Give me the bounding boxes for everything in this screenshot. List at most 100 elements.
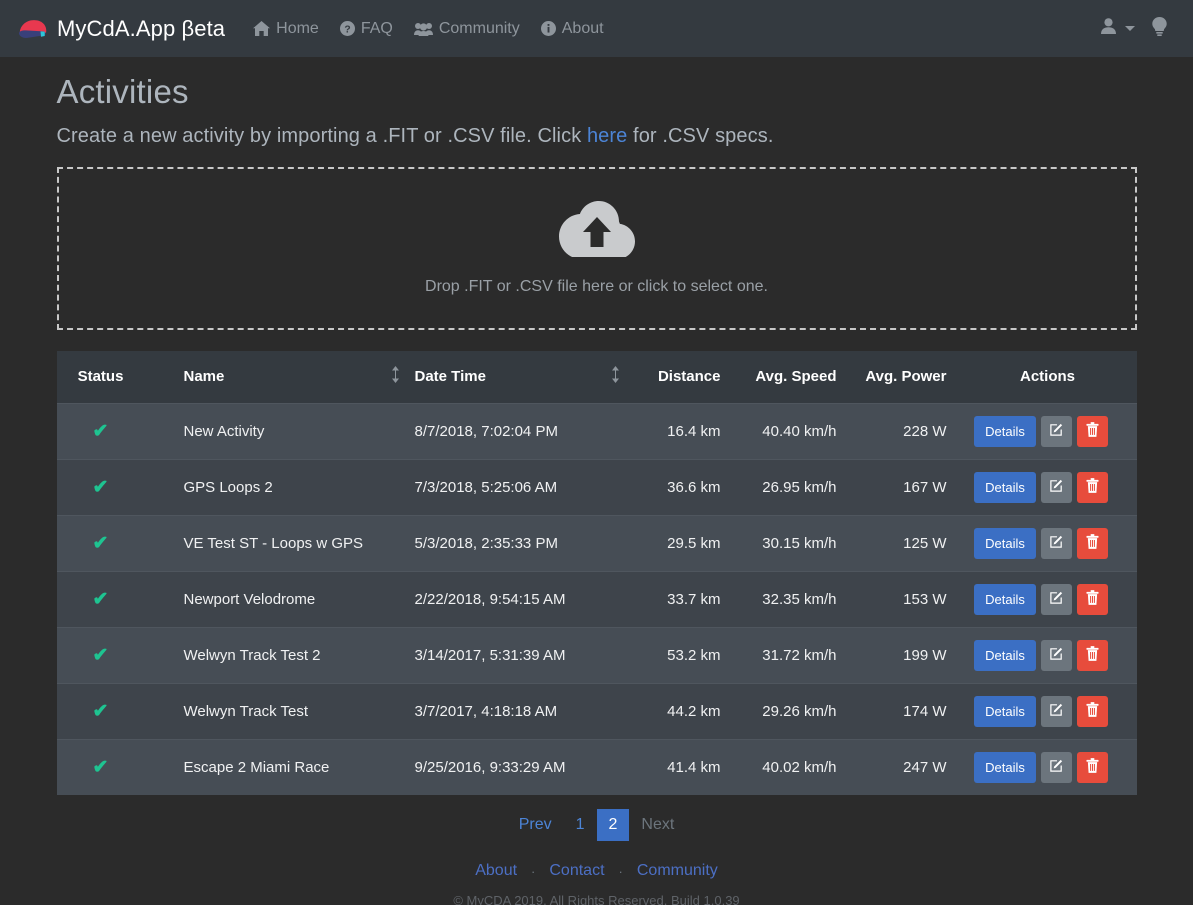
trash-icon — [1086, 702, 1099, 720]
edit-button[interactable] — [1040, 751, 1072, 783]
nav-link-home-label: Home — [276, 19, 319, 37]
sort-date-button[interactable] — [604, 351, 627, 403]
row-action-buttons: Details — [974, 751, 1108, 783]
cell-date-sort-spacer — [604, 738, 627, 795]
cell-status: ✔ — [56, 738, 145, 795]
nav-links: Home ? FAQ Community About — [253, 19, 604, 38]
pagination-prev[interactable]: Prev — [507, 809, 564, 841]
nav-link-about[interactable]: About — [540, 20, 604, 38]
brand-title: MyCdA.App βeta — [57, 15, 226, 41]
delete-button[interactable] — [1076, 415, 1108, 447]
cell-date-time: 9/25/2016, 9:33:29 AM — [406, 738, 605, 795]
cell-avg-speed: 26.95 km/h — [732, 458, 849, 515]
info-circle-icon — [540, 21, 556, 36]
table-header-row: Status Name Date Time Distance Avg. Spee… — [56, 351, 1137, 403]
sort-name-button[interactable] — [384, 351, 407, 403]
question-circle-icon: ? — [339, 21, 355, 36]
check-icon: ✔ — [92, 644, 109, 666]
cell-date-time: 3/7/2017, 4:18:18 AM — [406, 682, 605, 739]
details-button[interactable]: Details — [974, 583, 1036, 615]
table-row: ✔ Escape 2 Miami Race 9/25/2016, 9:33:29 A… — [56, 738, 1137, 795]
trash-icon — [1086, 422, 1099, 440]
cell-date-sort-spacer — [604, 626, 627, 683]
table-row: ✔ GPS Loops 2 7/3/2018, 5:25:06 AM 36.6 km 2… — [56, 458, 1137, 515]
col-header-date-time[interactable]: Date Time — [406, 351, 605, 403]
cell-avg-power: 174 W — [848, 682, 959, 739]
cell-avg-speed: 40.40 km/h — [732, 402, 849, 459]
delete-button[interactable] — [1076, 471, 1108, 503]
sort-updown-icon — [611, 366, 620, 387]
trash-icon — [1086, 478, 1099, 496]
cell-date-sort-spacer — [604, 514, 627, 571]
delete-button[interactable] — [1076, 751, 1108, 783]
details-button[interactable]: Details — [974, 639, 1036, 671]
edit-button[interactable] — [1040, 639, 1072, 671]
delete-button[interactable] — [1076, 695, 1108, 727]
details-button[interactable]: Details — [974, 527, 1036, 559]
footer-link-contact[interactable]: Contact — [549, 862, 604, 880]
details-button[interactable]: Details — [974, 695, 1036, 727]
col-header-actions: Actions — [958, 351, 1137, 403]
pagination-next[interactable]: Next — [629, 809, 686, 841]
cell-name: VE Test ST - Loops w GPS — [144, 514, 385, 571]
footer-link-about[interactable]: About — [475, 862, 517, 880]
cell-distance: 44.2 km — [626, 682, 733, 739]
delete-button[interactable] — [1076, 583, 1108, 615]
edit-button[interactable] — [1040, 415, 1072, 447]
col-header-name[interactable]: Name — [144, 351, 385, 403]
delete-button[interactable] — [1076, 527, 1108, 559]
brand-logo-link[interactable]: MyCdA.App βeta — [18, 16, 225, 42]
nav-link-faq-label: FAQ — [360, 19, 393, 37]
cell-name-sort-spacer — [384, 514, 407, 571]
pagination-page-1[interactable]: 1 — [564, 809, 597, 841]
cell-status: ✔ — [56, 402, 145, 459]
user-menu[interactable] — [1101, 18, 1135, 39]
row-action-buttons: Details — [974, 695, 1108, 727]
cell-distance: 29.5 km — [626, 514, 733, 571]
footer-links: About · Contact · Community — [57, 862, 1137, 880]
col-header-distance: Distance — [626, 351, 733, 403]
delete-button[interactable] — [1076, 639, 1108, 671]
csv-specs-link[interactable]: here — [587, 125, 627, 147]
activities-table: Status Name Date Time Distance Avg. Spee… — [56, 351, 1137, 795]
col-header-avg-speed: Avg. Speed — [732, 351, 849, 403]
cell-date-sort-spacer — [604, 570, 627, 627]
nav-link-faq[interactable]: ? FAQ — [339, 19, 393, 38]
edit-button[interactable] — [1040, 583, 1072, 615]
pagination-page-2[interactable]: 2 — [596, 809, 630, 841]
cell-status: ✔ — [56, 682, 145, 739]
cell-name-sort-spacer — [384, 570, 407, 627]
users-icon — [413, 22, 433, 36]
cell-status: ✔ — [56, 626, 145, 683]
row-action-buttons: Details — [974, 639, 1108, 671]
navbar: MyCdA.App βeta Home ? FAQ Community Abou… — [0, 0, 1193, 57]
cell-actions: Details — [958, 626, 1137, 683]
pagination: Prev 1 2 Next — [57, 809, 1137, 841]
edit-pencil-icon — [1049, 422, 1064, 440]
cloud-upload-icon — [558, 201, 635, 262]
edit-button[interactable] — [1040, 695, 1072, 727]
details-button[interactable]: Details — [974, 471, 1036, 503]
footer-link-community[interactable]: Community — [637, 862, 718, 880]
cell-avg-speed: 32.35 km/h — [732, 570, 849, 627]
nav-link-home[interactable]: Home — [253, 20, 319, 38]
table-row: ✔ VE Test ST - Loops w GPS 5/3/2018, 2:35:… — [56, 514, 1137, 571]
cell-distance: 41.4 km — [626, 738, 733, 795]
edit-button[interactable] — [1040, 527, 1072, 559]
edit-pencil-icon — [1049, 534, 1064, 552]
cell-actions: Details — [958, 458, 1137, 515]
check-icon: ✔ — [92, 532, 109, 554]
lightbulb-icon[interactable] — [1152, 16, 1167, 41]
details-button[interactable]: Details — [974, 751, 1036, 783]
nav-link-community-label: Community — [438, 19, 520, 37]
file-dropzone[interactable]: Drop .FIT or .CSV file here or click to … — [56, 167, 1137, 330]
cell-actions: Details — [958, 682, 1137, 739]
details-button[interactable]: Details — [974, 415, 1036, 447]
cell-date-sort-spacer — [604, 682, 627, 739]
cell-name: Newport Velodrome — [144, 570, 385, 627]
cell-status: ✔ — [56, 514, 145, 571]
cell-avg-power: 228 W — [848, 402, 959, 459]
cell-avg-power: 247 W — [848, 738, 959, 795]
edit-button[interactable] — [1040, 471, 1072, 503]
nav-link-community[interactable]: Community — [413, 19, 520, 38]
